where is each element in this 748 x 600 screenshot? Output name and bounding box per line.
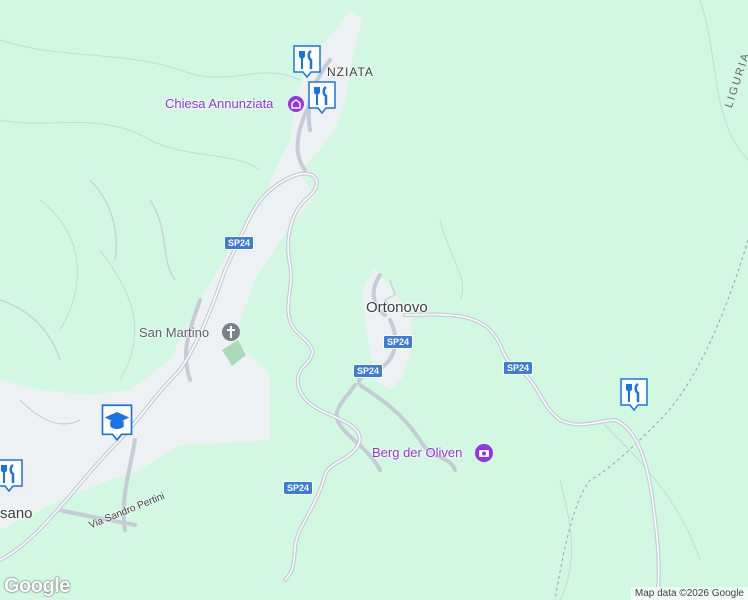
poi-label-berg-der-oliven[interactable]: Berg der Oliven <box>372 446 462 459</box>
road-shield-sp24: SP24 <box>283 481 314 495</box>
road-shield-sp24: SP24 <box>353 364 384 378</box>
attraction-camera-icon[interactable] <box>474 443 494 463</box>
map-attribution[interactable]: Map data ©2026 Google <box>630 587 748 600</box>
restaurant-icon[interactable] <box>619 377 649 411</box>
poi-label-chiesa-annunziata[interactable]: Chiesa Annunziata <box>165 97 273 110</box>
road-shield-sp24: SP24 <box>503 361 534 375</box>
restaurant-icon[interactable] <box>307 80 337 114</box>
restaurant-icon[interactable] <box>0 458 24 492</box>
road-shield-sp24: SP24 <box>383 335 414 349</box>
place-label-sano[interactable]: sano <box>0 506 33 521</box>
place-label-ortonovo[interactable]: Ortonovo <box>366 300 428 315</box>
restaurant-icon[interactable] <box>292 44 322 78</box>
school-icon[interactable] <box>100 403 134 441</box>
place-label-annunziata[interactable]: NZIATA <box>327 66 374 78</box>
church-icon[interactable] <box>287 95 305 113</box>
church-icon[interactable] <box>221 322 241 342</box>
poi-label-san-martino[interactable]: San Martino <box>139 326 209 339</box>
google-logo[interactable]: Google <box>4 575 70 598</box>
road-shield-sp24: SP24 <box>224 236 255 250</box>
